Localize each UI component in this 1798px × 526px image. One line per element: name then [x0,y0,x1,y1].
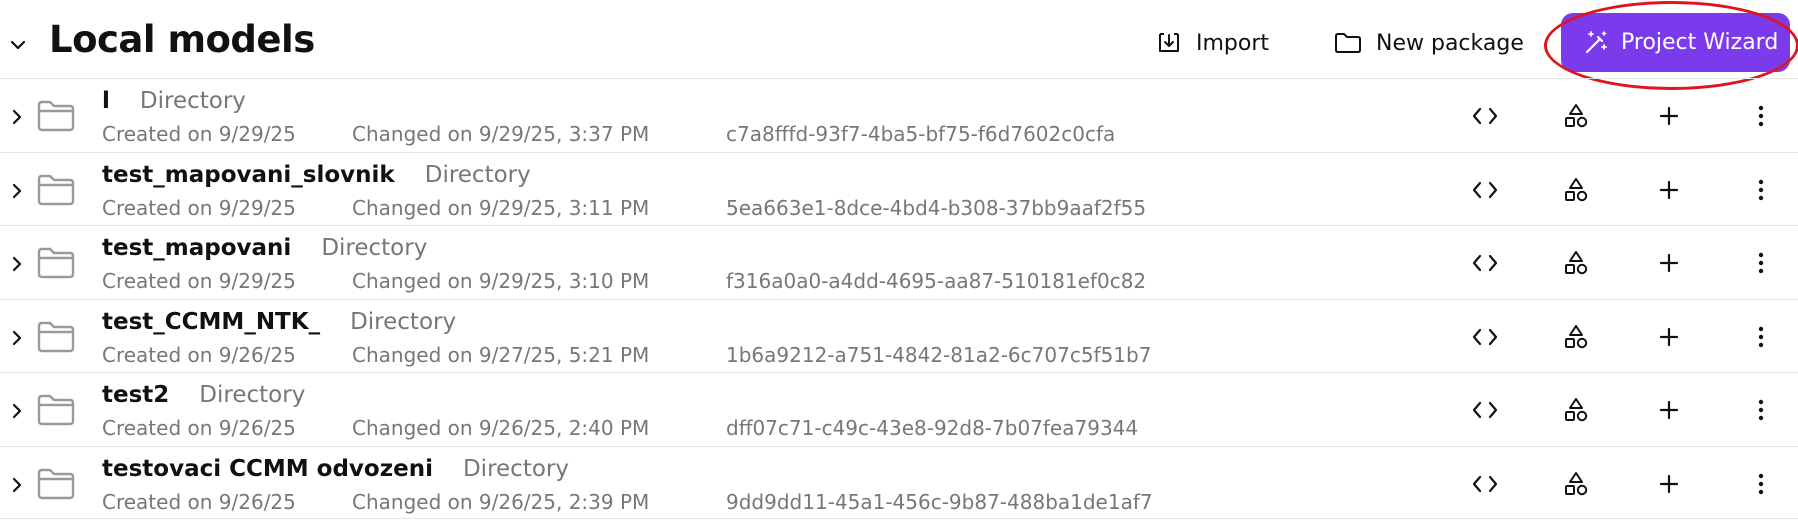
changed-date: Changed on 9/26/25, 2:40 PM [352,416,650,440]
created-date: Created on 9/29/25 [102,122,296,146]
section-header: Local models Import New package Project … [0,0,1798,90]
more-vertical-icon[interactable] [1746,101,1776,131]
model-name[interactable]: testovaci CCMM odvozeni Directory [102,453,569,485]
code-icon[interactable] [1470,322,1500,352]
model-name-text: testovaci CCMM odvozeni [102,455,433,482]
shapes-icon[interactable] [1561,248,1591,278]
shapes-icon[interactable] [1561,101,1591,131]
page-title: Local models [49,18,315,61]
code-icon[interactable] [1470,248,1500,278]
chevron-right-icon[interactable] [8,474,26,496]
shapes-icon[interactable] [1561,395,1591,425]
model-name-text: test_mapovani_slovnik [102,161,395,188]
code-icon[interactable] [1470,395,1500,425]
chevron-right-icon[interactable] [8,253,26,275]
project-wizard-button[interactable]: Project Wizard [1561,13,1790,72]
more-vertical-icon[interactable] [1746,395,1776,425]
folder-icon [36,393,76,427]
list-item[interactable]: test_mapovani_slovnik Directory Created o… [0,151,1798,226]
download-icon [1156,31,1182,55]
plus-icon[interactable] [1654,395,1684,425]
model-name[interactable]: test_mapovani Directory [102,232,427,264]
model-id: 5ea663e1-8dce-4bd4-b308-37bb9aaf2f55 [726,195,1147,220]
list-item[interactable]: test_mapovani Directory Created on 9/29/2… [0,225,1798,299]
chevron-right-icon[interactable] [8,180,26,202]
folder-icon [36,467,76,501]
model-type: Directory [139,88,246,114]
plus-icon[interactable] [1654,248,1684,278]
shapes-icon[interactable] [1561,175,1591,205]
model-id: c7a8fffd-93f7-4ba5-bf75-f6d7602c0cfa [726,122,1116,146]
plus-icon[interactable] [1654,469,1684,499]
model-name-text: test_mapovani [102,235,292,261]
folder-icon [36,173,76,207]
magic-wand-icon [1583,30,1609,56]
import-button[interactable]: Import [1156,16,1269,70]
more-vertical-icon[interactable] [1746,322,1776,352]
model-name[interactable]: test2 Directory [102,379,305,411]
code-icon[interactable] [1470,469,1500,499]
model-type: Directory [462,455,569,482]
model-name[interactable]: l Directory [102,85,246,117]
model-name-text: l [102,88,110,114]
list-item[interactable]: test2 Directory Created on 9/26/25 Change… [0,372,1798,446]
changed-date: Changed on 9/27/25, 5:21 PM [352,342,650,367]
created-date: Created on 9/26/25 [102,416,296,440]
created-date: Created on 9/26/25 [102,489,296,514]
more-vertical-icon[interactable] [1746,248,1776,278]
model-name[interactable]: test_CCMM_NTK_ Directory [102,306,456,338]
model-id: 9dd9dd11-45a1-456c-9b87-488ba1de1af7 [726,489,1153,514]
model-id: f316a0a0-a4dd-4695-aa87-510181ef0c82 [726,269,1147,293]
changed-date: Changed on 9/29/25, 3:11 PM [352,195,650,220]
chevron-right-icon[interactable] [8,106,26,128]
list-item[interactable]: l Directory Created on 9/29/25 Changed on… [0,78,1798,152]
folder-icon [1334,32,1362,54]
model-type: Directory [199,382,306,408]
model-type: Directory [321,235,428,261]
chevron-down-icon[interactable] [6,33,30,57]
model-name-text: test_CCMM_NTK_ [102,308,321,335]
plus-icon[interactable] [1654,175,1684,205]
changed-date: Changed on 9/26/25, 2:39 PM [352,489,650,514]
changed-date: Changed on 9/29/25, 3:37 PM [352,122,650,146]
new-package-label: New package [1376,30,1524,56]
model-name-text: test2 [102,382,170,408]
created-date: Created on 9/29/25 [102,195,296,220]
plus-icon[interactable] [1654,101,1684,131]
changed-date: Changed on 9/29/25, 3:10 PM [352,269,650,293]
model-list: l Directory Created on 9/29/25 Changed on… [0,78,1798,519]
project-wizard-label: Project Wizard [1621,30,1779,55]
model-id: dff07c71-c49c-43e8-92d8-7b07fea79344 [726,416,1139,440]
more-vertical-icon[interactable] [1746,469,1776,499]
import-label: Import [1196,30,1270,56]
folder-icon [36,320,76,354]
model-type: Directory [424,161,531,188]
list-item[interactable]: test_CCMM_NTK_ Directory Created on 9/26/… [0,298,1798,373]
folder-icon [36,99,76,133]
code-icon[interactable] [1470,175,1500,205]
list-item[interactable]: testovaci CCMM odvozeni Directory Created… [0,445,1798,519]
model-name[interactable]: test_mapovani_slovnik Directory [102,159,531,191]
model-id: 1b6a9212-a751-4842-81a2-6c707c5f51b7 [726,342,1152,367]
folder-icon [36,246,76,280]
new-package-button[interactable]: New package [1334,16,1524,70]
chevron-right-icon[interactable] [8,327,26,349]
created-date: Created on 9/29/25 [102,269,296,293]
code-icon[interactable] [1470,101,1500,131]
plus-icon[interactable] [1654,322,1684,352]
model-type: Directory [350,308,457,335]
shapes-icon[interactable] [1561,322,1591,352]
more-vertical-icon[interactable] [1746,175,1776,205]
local-models-page: Local models Import New package Project … [0,0,1798,526]
shapes-icon[interactable] [1561,469,1591,499]
chevron-right-icon[interactable] [8,400,26,422]
created-date: Created on 9/26/25 [102,342,296,367]
